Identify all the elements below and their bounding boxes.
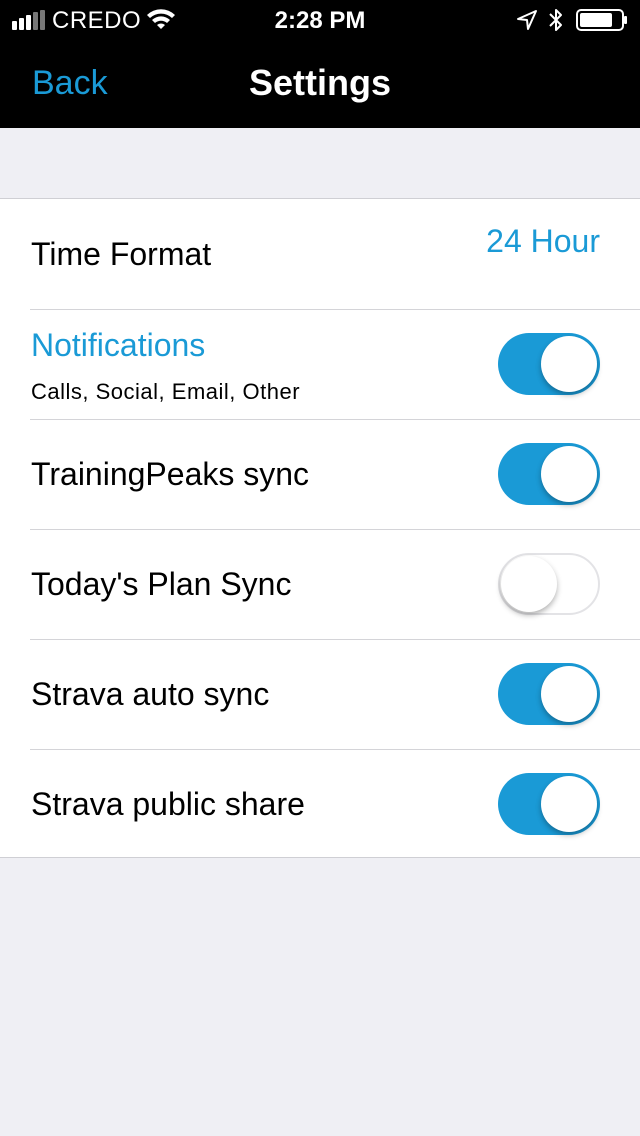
location-arrow-icon (517, 10, 537, 30)
top-bar: CREDO 2:28 PM Back Settings (0, 0, 640, 128)
toggle-knob (541, 446, 597, 502)
notifications-toggle[interactable] (498, 333, 600, 395)
settings-list: Time Format 24 Hour Notifications Calls,… (0, 198, 640, 858)
trainingpeaks-sync-toggle[interactable] (498, 443, 600, 505)
status-time: 2:28 PM (274, 7, 366, 34)
todays-plan-sync-label: Today's Plan Sync (31, 566, 292, 602)
strava-auto-sync-label: Strava auto sync (31, 676, 270, 712)
notifications-label[interactable]: Notifications (31, 329, 205, 361)
trainingpeaks-sync-label: TrainingPeaks sync (31, 456, 310, 492)
todays-plan-sync-row: Today's Plan Sync (0, 529, 640, 639)
bluetooth-icon (549, 9, 562, 31)
time-format-row[interactable]: Time Format 24 Hour (0, 199, 640, 309)
trainingpeaks-sync-row: TrainingPeaks sync (0, 419, 640, 529)
toggle-knob (541, 776, 597, 832)
strava-public-share-label: Strava public share (31, 786, 305, 822)
strava-auto-sync-toggle[interactable] (498, 663, 600, 725)
notifications-row[interactable]: Notifications Calls, Social, Email, Othe… (0, 309, 640, 419)
status-bar: CREDO 2:28 PM (0, 0, 640, 40)
time-format-label: Time Format (31, 236, 212, 272)
toggle-knob (541, 666, 597, 722)
page-title: Settings (248, 62, 391, 103)
todays-plan-sync-toggle[interactable] (498, 553, 600, 615)
toggle-knob (541, 336, 597, 392)
toggle-knob (501, 556, 557, 612)
strava-public-share-toggle[interactable] (498, 773, 600, 835)
strava-public-share-row: Strava public share (0, 749, 640, 859)
strava-auto-sync-row: Strava auto sync (0, 639, 640, 749)
notifications-sublabel: Calls, Social, Email, Other (31, 379, 301, 404)
time-format-value[interactable]: 24 Hour (486, 223, 600, 260)
battery-icon (576, 9, 627, 31)
